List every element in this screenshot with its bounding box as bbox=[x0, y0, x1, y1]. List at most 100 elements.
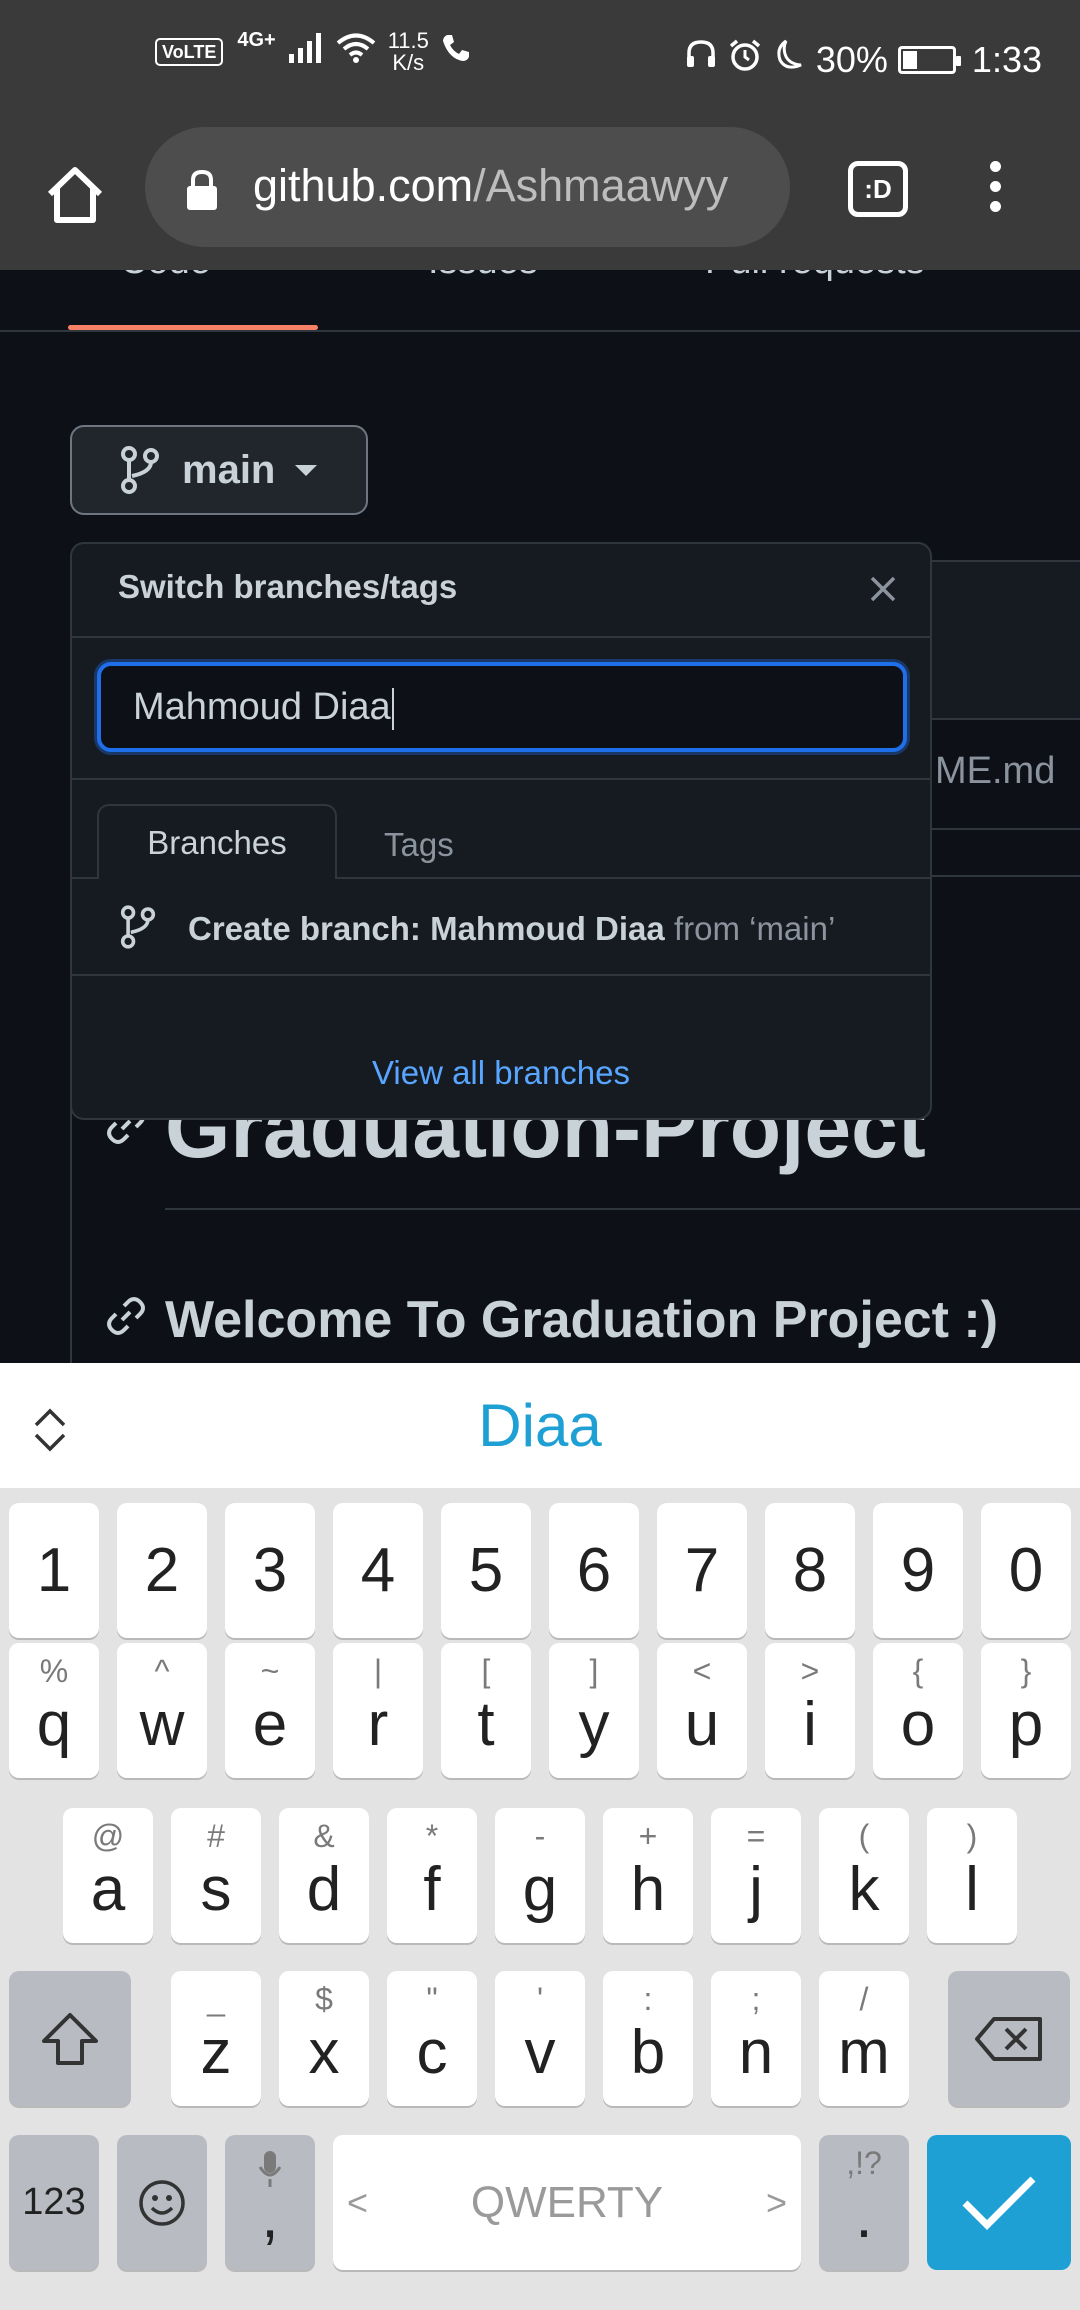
enter-key[interactable] bbox=[927, 2135, 1071, 2270]
link-icon[interactable] bbox=[106, 1296, 146, 1341]
git-branch-icon bbox=[120, 446, 160, 494]
key-label: v bbox=[524, 2018, 556, 2087]
close-icon[interactable] bbox=[868, 574, 898, 609]
key-7[interactable]: 7 bbox=[657, 1503, 747, 1638]
key-3[interactable]: 3 bbox=[225, 1503, 315, 1638]
key-label: i bbox=[803, 1690, 817, 1759]
create-branch-label: Create branch: Mahmoud Diaa bbox=[188, 910, 665, 947]
tab-pull-requests[interactable]: Pull requests bbox=[705, 270, 925, 283]
key-2[interactable]: 2 bbox=[117, 1503, 207, 1638]
space-label: QWERTY bbox=[470, 2177, 664, 2227]
key-g[interactable]: -g bbox=[495, 1808, 585, 1943]
key-l[interactable]: ) l bbox=[927, 1808, 1017, 1943]
key-h[interactable]: + h bbox=[603, 1808, 693, 1943]
key-u[interactable]: < u bbox=[657, 1643, 747, 1778]
key-c[interactable]: " c bbox=[387, 1971, 477, 2106]
key-secondary-label: _ bbox=[207, 1981, 225, 2017]
tab-tags[interactable]: Tags bbox=[384, 826, 454, 864]
network-speed: 11.5 K/s bbox=[388, 30, 429, 74]
tab-switcher-button[interactable]: :D bbox=[848, 161, 908, 217]
status-right: 30% 1:33 bbox=[684, 38, 1042, 81]
home-button[interactable] bbox=[40, 160, 110, 230]
tab-code[interactable]: Code bbox=[120, 270, 211, 283]
tab-issues[interactable]: Issues bbox=[428, 270, 538, 283]
key-v[interactable]: ' v bbox=[495, 1971, 585, 2106]
key-4[interactable]: 4 bbox=[333, 1503, 423, 1638]
key-a[interactable]: @ a bbox=[63, 1808, 153, 1943]
keyboard: Diaa 1 2 3 4 5 6 7 8 9 0% q ^ w ~ e | r[t] y < u > i{o} p @ a # s &… bbox=[0, 1363, 1080, 2310]
key-z[interactable]: _ z bbox=[171, 1971, 261, 2106]
key-secondary-label: { bbox=[912, 1653, 924, 1689]
key-j[interactable]: = j bbox=[711, 1808, 801, 1943]
key-secondary-label: ( bbox=[858, 1818, 870, 1854]
key-k[interactable]: (k bbox=[819, 1808, 909, 1943]
tab-branches[interactable]: Branches bbox=[97, 804, 337, 879]
key-q[interactable]: % q bbox=[9, 1643, 99, 1778]
key-y[interactable]: ] y bbox=[549, 1643, 639, 1778]
key-label: 123 bbox=[22, 2181, 86, 2223]
backspace-key[interactable] bbox=[948, 1971, 1070, 2106]
suggestion-word[interactable]: Diaa bbox=[0, 1391, 1080, 1460]
key-label: x bbox=[308, 2018, 340, 2087]
key-p[interactable]: } p bbox=[981, 1643, 1071, 1778]
key-n[interactable]: ; n bbox=[711, 1971, 801, 2106]
shift-key[interactable] bbox=[9, 1971, 131, 2106]
key-label: 9 bbox=[900, 1536, 936, 1605]
key-secondary-label: ,!? bbox=[846, 2145, 882, 2181]
key-secondary-label: ' bbox=[536, 1981, 544, 2017]
filter-value: Mahmoud Diaa bbox=[133, 686, 391, 728]
key-o[interactable]: {o bbox=[873, 1643, 963, 1778]
key-label: 5 bbox=[468, 1536, 504, 1605]
key-5[interactable]: 5 bbox=[441, 1503, 531, 1638]
symbols-key[interactable]: 123 bbox=[9, 2135, 99, 2270]
key-label: f bbox=[423, 1855, 441, 1924]
key-label: k bbox=[848, 1855, 880, 1924]
key-t[interactable]: [t bbox=[441, 1643, 531, 1778]
key-r[interactable]: | r bbox=[333, 1643, 423, 1778]
key-label: y bbox=[578, 1690, 610, 1759]
key-label: n bbox=[738, 2018, 774, 2087]
key-label: 8 bbox=[792, 1536, 828, 1605]
key-e[interactable]: ~ e bbox=[225, 1643, 315, 1778]
more-menu-icon[interactable] bbox=[985, 161, 1005, 221]
key-s[interactable]: # s bbox=[171, 1808, 261, 1943]
shift-icon bbox=[42, 2012, 98, 2065]
signal-icon bbox=[288, 32, 324, 72]
key-secondary-label: / bbox=[859, 1981, 869, 2017]
repo-nav-tabs: Code Issues Pull requests bbox=[0, 270, 1080, 332]
key-i[interactable]: > i bbox=[765, 1643, 855, 1778]
divider bbox=[72, 778, 930, 780]
branch-filter-input[interactable]: Mahmoud Diaa bbox=[97, 662, 907, 752]
key-label: t bbox=[477, 1690, 495, 1759]
key-b[interactable]: :b bbox=[603, 1971, 693, 2106]
key-label: c bbox=[416, 2018, 448, 2087]
divider bbox=[72, 974, 930, 976]
key-m[interactable]: / m bbox=[819, 1971, 909, 2106]
space-key[interactable]: < QWERTY > bbox=[333, 2135, 801, 2270]
readme-filename[interactable]: ME.md bbox=[935, 750, 1055, 793]
key-8[interactable]: 8 bbox=[765, 1503, 855, 1638]
key-label: z bbox=[200, 2018, 232, 2087]
key-w[interactable]: ^ w bbox=[117, 1643, 207, 1778]
key-secondary-label: } bbox=[1020, 1653, 1032, 1689]
create-branch-item[interactable]: Create branch: Mahmoud Diaa from ‘main’ bbox=[72, 884, 930, 974]
emoji-key[interactable] bbox=[117, 2135, 207, 2270]
comma-key[interactable]: , bbox=[225, 2135, 315, 2270]
battery-icon bbox=[897, 45, 961, 74]
key-1[interactable]: 1 bbox=[9, 1503, 99, 1638]
key-6[interactable]: 6 bbox=[549, 1503, 639, 1638]
period-key[interactable]: ,!?. bbox=[819, 2135, 909, 2270]
key-x[interactable]: $ x bbox=[279, 1971, 369, 2106]
key-0[interactable]: 0 bbox=[981, 1503, 1071, 1638]
key-9[interactable]: 9 bbox=[873, 1503, 963, 1638]
key-d[interactable]: & d bbox=[279, 1808, 369, 1943]
key-label: b bbox=[630, 2018, 666, 2087]
key-f[interactable]: * f bbox=[387, 1808, 477, 1943]
key-secondary-label: % bbox=[39, 1653, 69, 1689]
branch-select-button[interactable]: main bbox=[70, 425, 368, 515]
home-icon bbox=[47, 167, 103, 223]
key-label: o bbox=[900, 1690, 936, 1759]
url-bar[interactable]: github.com/Ashmaawyy bbox=[145, 127, 790, 247]
key-secondary-label: $ bbox=[315, 1981, 333, 2017]
view-all-branches-link[interactable]: View all branches bbox=[72, 1054, 930, 1092]
